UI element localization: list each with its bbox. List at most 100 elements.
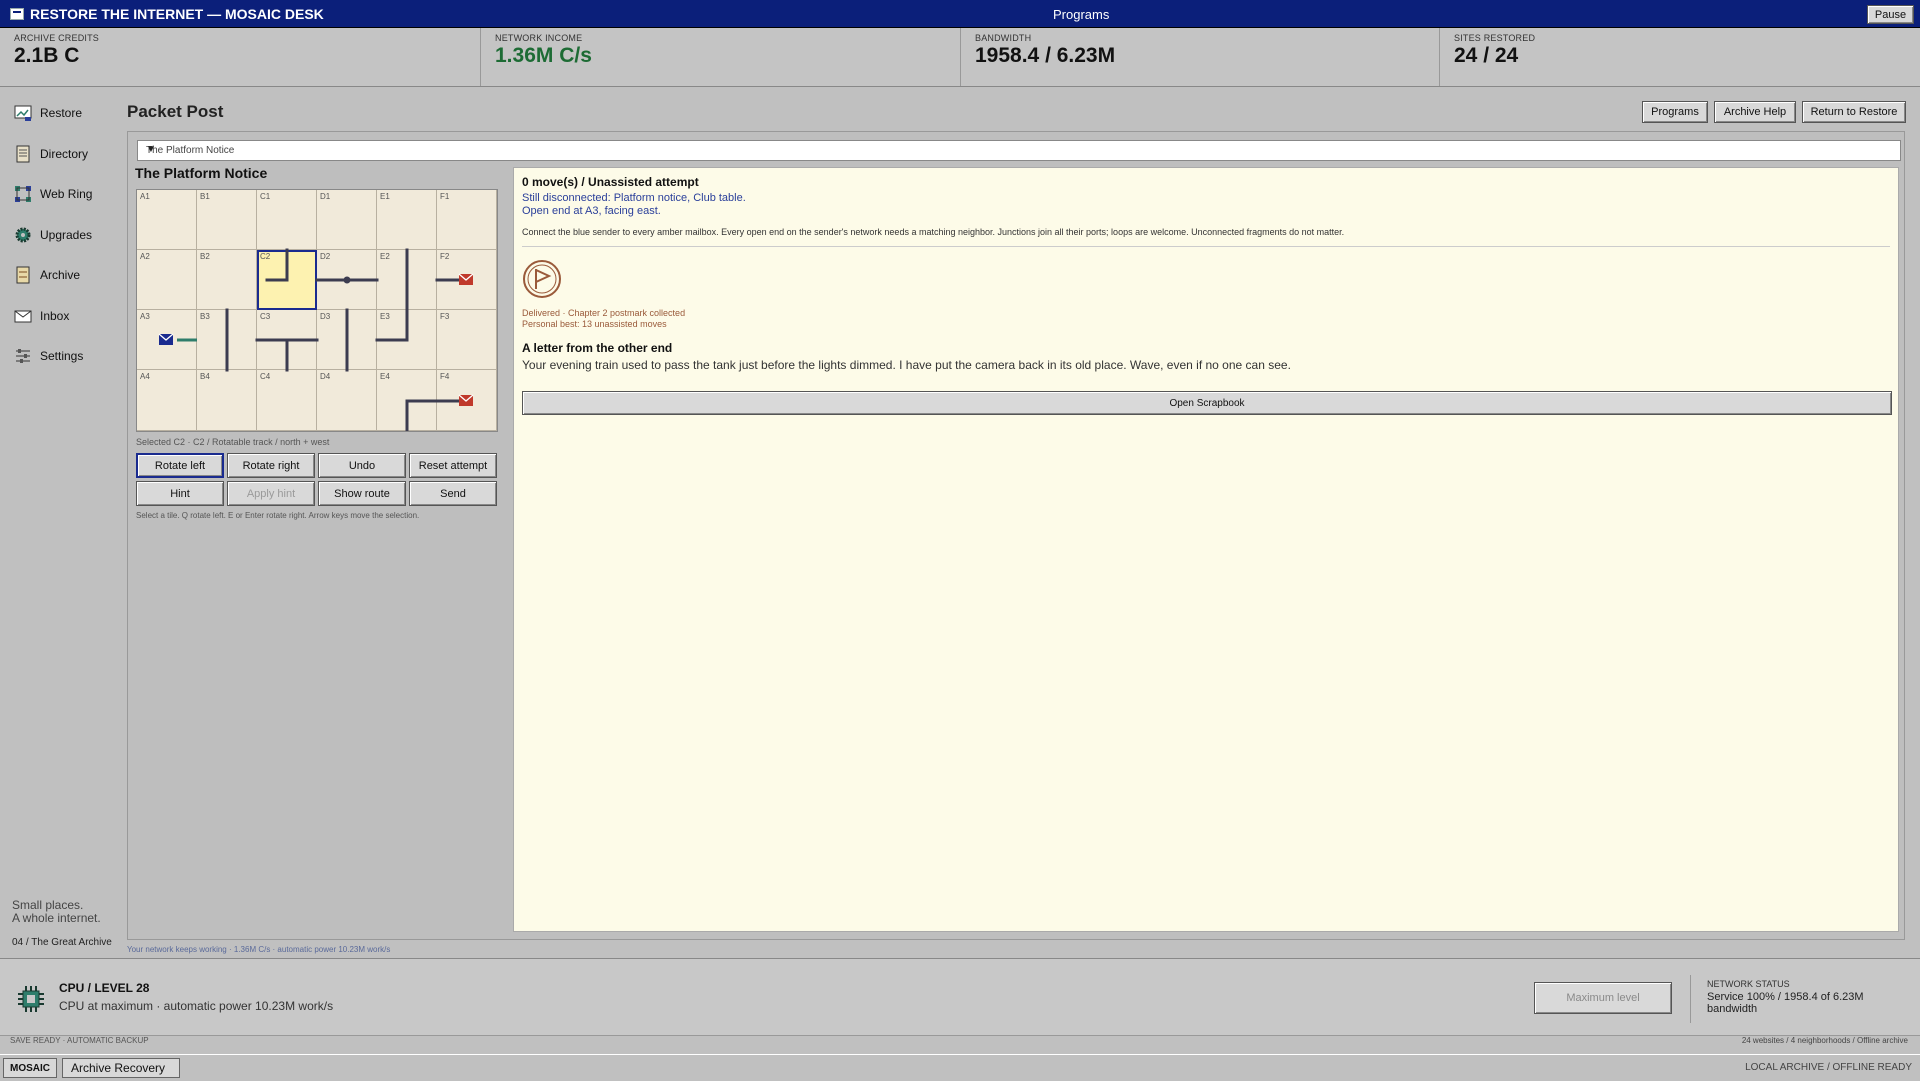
grid-tile-d4[interactable]: D4 (317, 370, 377, 431)
grid-tile-b4[interactable]: B4 (197, 370, 257, 431)
stat-sites-restored: SITES RESTORED 24 / 24 (1440, 28, 1920, 86)
delivered-status: Delivered · Chapter 2 postmark collected (522, 308, 686, 318)
tile-label: B4 (200, 372, 210, 381)
save-status: SAVE READY · AUTOMATIC BACKUP (10, 1036, 149, 1045)
stat-value: 1958.4 / 6.23M (975, 44, 1116, 67)
tile-label: C1 (260, 192, 271, 201)
tagline: Small places. A whole internet. (12, 899, 101, 925)
archive-help-button[interactable]: Archive Help (1714, 101, 1796, 123)
center-title: Programs (1053, 7, 1110, 22)
apply-hint-button[interactable]: Apply hint (227, 481, 315, 506)
window-title-text: RESTORE THE INTERNET — MOSAIC DESK (30, 6, 324, 22)
send-button[interactable]: Send (409, 481, 497, 506)
sidebar-item-label: Settings (40, 349, 84, 363)
reset-attempt-button[interactable]: Reset attempt (409, 453, 497, 478)
mail-icon (14, 310, 32, 323)
puzzle-grid: A1 B1 C1 D1 E1 F1 A2 B2 C2 D2 E2 F2 A3 B3 C3 D3 E3 F3 A4 B4… (136, 189, 498, 432)
grid-tile-c1[interactable]: C1 (257, 190, 317, 250)
grid-tile-f4[interactable]: F4 (437, 370, 497, 431)
sidebar-item-label: Upgrades (40, 228, 93, 242)
rotate-right-button[interactable]: Rotate right (227, 453, 315, 478)
grid-tile-c3[interactable]: C3 (257, 310, 317, 370)
disconnected-status: Still disconnected: Platform notice, Clu… (522, 192, 746, 204)
grid-tile-a4[interactable]: A4 (137, 370, 197, 431)
sidebar-item-upgrades[interactable]: Upgrades (14, 223, 92, 247)
rotate-left-button[interactable]: Rotate left (136, 453, 224, 478)
sidebar-item-directory[interactable]: Directory (14, 142, 88, 166)
undo-button[interactable]: Undo (318, 453, 406, 478)
hint-button[interactable]: Hint (136, 481, 224, 506)
pause-button[interactable]: Pause (1867, 5, 1914, 24)
grid-tile-e3[interactable]: E3 (377, 310, 437, 370)
tile-label: D1 (320, 192, 331, 201)
rules-text: Connect the blue sender to every amber m… (522, 227, 1345, 237)
directory-icon (16, 145, 30, 163)
letter-title: A letter from the other end (522, 341, 673, 355)
grid-tile-b3[interactable]: B3 (197, 310, 257, 370)
tagline-line: A whole internet. (12, 911, 101, 925)
programs-button[interactable]: Programs (1642, 101, 1708, 123)
grid-tile-a3[interactable]: A3 (137, 310, 197, 370)
grid-tile-a1[interactable]: A1 (137, 190, 197, 250)
tile-label: B2 (200, 252, 210, 261)
sidebar-item-label: Directory (40, 147, 89, 161)
cpu-icon (18, 986, 44, 1012)
grid-tile-e4[interactable]: E4 (377, 370, 437, 431)
stats-bar: ARCHIVE CREDITS 2.1B C NETWORK INCOME 1.… (0, 28, 1920, 87)
tile-label: A2 (140, 252, 150, 261)
tile-label: A1 (140, 192, 150, 201)
grid-tile-b2[interactable]: B2 (197, 250, 257, 310)
taskbar: MOSAIC Archive Recovery (0, 1054, 1920, 1081)
grid-tile-e1[interactable]: E1 (377, 190, 437, 250)
return-to-restore-button[interactable]: Return to Restore (1802, 101, 1906, 123)
sidebar-item-inbox[interactable]: Inbox (14, 304, 69, 328)
tile-label: E1 (380, 192, 390, 201)
stat-value: 2.1B C (14, 44, 80, 67)
show-route-button[interactable]: Show route (318, 481, 406, 506)
puzzle-select[interactable]: The Platform Notice ▼ (137, 140, 1901, 161)
grid-tile-c2[interactable]: C2 (257, 250, 317, 310)
maximum-level-button[interactable]: Maximum level (1534, 982, 1672, 1014)
tile-label: B3 (200, 312, 210, 321)
sidebar-item-settings[interactable]: Settings (14, 344, 83, 368)
network-note: Your network keeps working · 1.36M C/s ·… (127, 945, 391, 954)
grid-tile-f1[interactable]: F1 (437, 190, 497, 250)
stat-archive-credits: ARCHIVE CREDITS 2.1B C (0, 28, 481, 86)
chevron-down-icon: ▼ (146, 144, 156, 155)
controls-hint: Select a tile. Q rotate left. E or Enter… (136, 511, 420, 520)
sidebar: Restore Directory Web Ring Upgrades Arch… (0, 87, 126, 958)
grid-tile-e2[interactable]: E2 (377, 250, 437, 310)
stat-label: NETWORK INCOME (495, 33, 583, 43)
stat-value: 1.36M C/s (495, 44, 592, 67)
grid-tile-d3[interactable]: D3 (317, 310, 377, 370)
grid-tile-c4[interactable]: C4 (257, 370, 317, 431)
grid-tile-f2[interactable]: F2 (437, 250, 497, 310)
open-scrapbook-button[interactable]: Open Scrapbook (522, 391, 1892, 415)
sidebar-item-web-ring[interactable]: Web Ring (14, 182, 92, 206)
stat-bandwidth: BANDWIDTH 1958.4 / 6.23M (961, 28, 1440, 86)
tile-label: D4 (320, 372, 331, 381)
grid-tile-d1[interactable]: D1 (317, 190, 377, 250)
grid-tile-b1[interactable]: B1 (197, 190, 257, 250)
taskbar-archive-recovery[interactable]: Archive Recovery (62, 1058, 180, 1078)
grid-tile-f3[interactable]: F3 (437, 310, 497, 370)
tile-label: A4 (140, 372, 150, 381)
sliders-icon (16, 349, 30, 363)
stat-label: SITES RESTORED (1454, 33, 1536, 43)
stat-label: ARCHIVE CREDITS (14, 33, 100, 43)
tile-label: C2 (260, 252, 271, 261)
taskbar-mosaic[interactable]: MOSAIC (3, 1058, 57, 1078)
sidebar-item-restore[interactable]: Restore (14, 101, 82, 125)
sidebar-item-label: Archive (40, 268, 81, 282)
sidebar-item-archive[interactable]: Archive (14, 263, 80, 287)
info-panel (513, 167, 1899, 932)
tile-label: F4 (440, 372, 450, 381)
web-ring-icon (15, 186, 31, 202)
grid-tile-a2[interactable]: A2 (137, 250, 197, 310)
tile-label: E4 (380, 372, 390, 381)
tile-label: E2 (380, 252, 390, 261)
divider (522, 246, 1890, 247)
grid-tile-d2[interactable]: D2 (317, 250, 377, 310)
network-status: NETWORK STATUS Service 100% / 1958.4 of … (1690, 975, 1910, 1023)
stat-value: 24 / 24 (1454, 44, 1519, 67)
